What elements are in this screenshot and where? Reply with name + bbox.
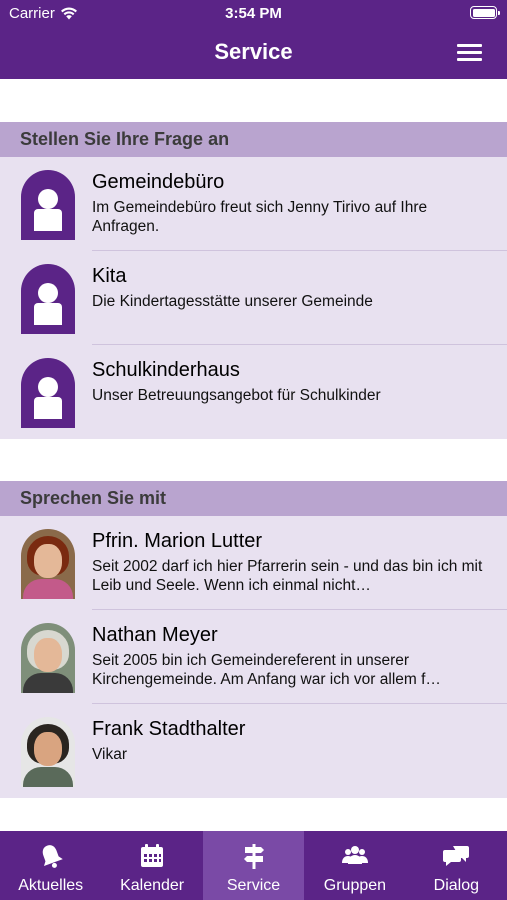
tab-label: Service	[226, 877, 281, 894]
item-title: Frank Stadthalter	[92, 718, 246, 740]
tab-service[interactable]: Service	[202, 831, 305, 900]
section-title: Sprechen Sie mit	[20, 488, 167, 508]
list-item[interactable]: Gemeindebüro Im Gemeindebüro freut sich …	[0, 157, 507, 251]
list-item[interactable]: Pfrin. Marion Lutter Seit 2002 darf ich …	[0, 516, 507, 610]
signpost-icon	[243, 844, 264, 869]
tab-label: Dialog	[433, 877, 479, 894]
item-title: Pfrin. Marion Lutter	[92, 530, 263, 552]
item-description: Unser Betreuungsangebot für Schulkinder	[92, 387, 381, 404]
section-title: Stellen Sie Ihre Frage an	[20, 129, 230, 149]
list-item[interactable]: Kita Die Kindertagesstätte unserer Gemei…	[0, 251, 507, 345]
tab-label: Kalender	[120, 877, 185, 894]
item-description: Vikar	[92, 746, 128, 763]
navigation-bar: Service	[0, 26, 507, 79]
tab-dialog[interactable]: Dialog	[406, 831, 507, 900]
portrait-photo	[21, 717, 75, 787]
item-title: Nathan Meyer	[92, 624, 218, 646]
generic-person-icon	[21, 170, 75, 240]
tab-gruppen[interactable]: Gruppen	[304, 831, 405, 900]
group-icon	[341, 846, 368, 864]
status-bar: Carrier 3:54 PM	[0, 0, 507, 26]
generic-person-icon	[21, 264, 75, 334]
battery-icon	[470, 6, 500, 19]
tab-label: Gruppen	[323, 877, 387, 894]
page-title: Service	[214, 39, 293, 64]
generic-person-icon	[21, 358, 75, 428]
item-description: Die Kindertagesstätte unserer Gemeinde	[92, 293, 373, 310]
bell-icon	[42, 845, 63, 868]
tab-bar: Aktuelles Kalender Service Gruppen Dialo…	[0, 831, 507, 900]
status-time: 3:54 PM	[225, 5, 282, 22]
item-title: Schulkinderhaus	[92, 359, 240, 381]
hamburger-menu-icon[interactable]	[457, 44, 482, 61]
section-header-questions: Stellen Sie Ihre Frage an	[0, 122, 507, 157]
section-header-contacts: Sprechen Sie mit	[0, 481, 507, 516]
list-item[interactable]: Schulkinderhaus Unser Betreuungsangebot …	[0, 345, 507, 439]
service-list: Stellen Sie Ihre Frage an Gemeindebüro I…	[0, 79, 507, 831]
chat-bubbles-icon	[443, 846, 470, 866]
item-title: Kita	[92, 265, 127, 287]
item-description: Seit 2005 bin ich Gemeindereferent in un…	[92, 652, 441, 688]
tab-label: Aktuelles	[18, 877, 84, 894]
item-description: Im Gemeindebüro freut sich Jenny Tirivo …	[92, 199, 428, 235]
item-description: Seit 2002 darf ich hier Pfarrerin sein -…	[92, 558, 483, 594]
portrait-photo	[21, 529, 75, 599]
portrait-photo	[21, 623, 75, 693]
calendar-icon	[141, 844, 164, 867]
list-item[interactable]: Frank Stadthalter Vikar	[0, 704, 507, 798]
tab-aktuelles[interactable]: Aktuelles	[0, 831, 101, 900]
list-item[interactable]: Nathan Meyer Seit 2005 bin ich Gemeinder…	[0, 610, 507, 704]
item-title: Gemeindebüro	[92, 171, 225, 193]
tab-kalender[interactable]: Kalender	[101, 831, 202, 900]
